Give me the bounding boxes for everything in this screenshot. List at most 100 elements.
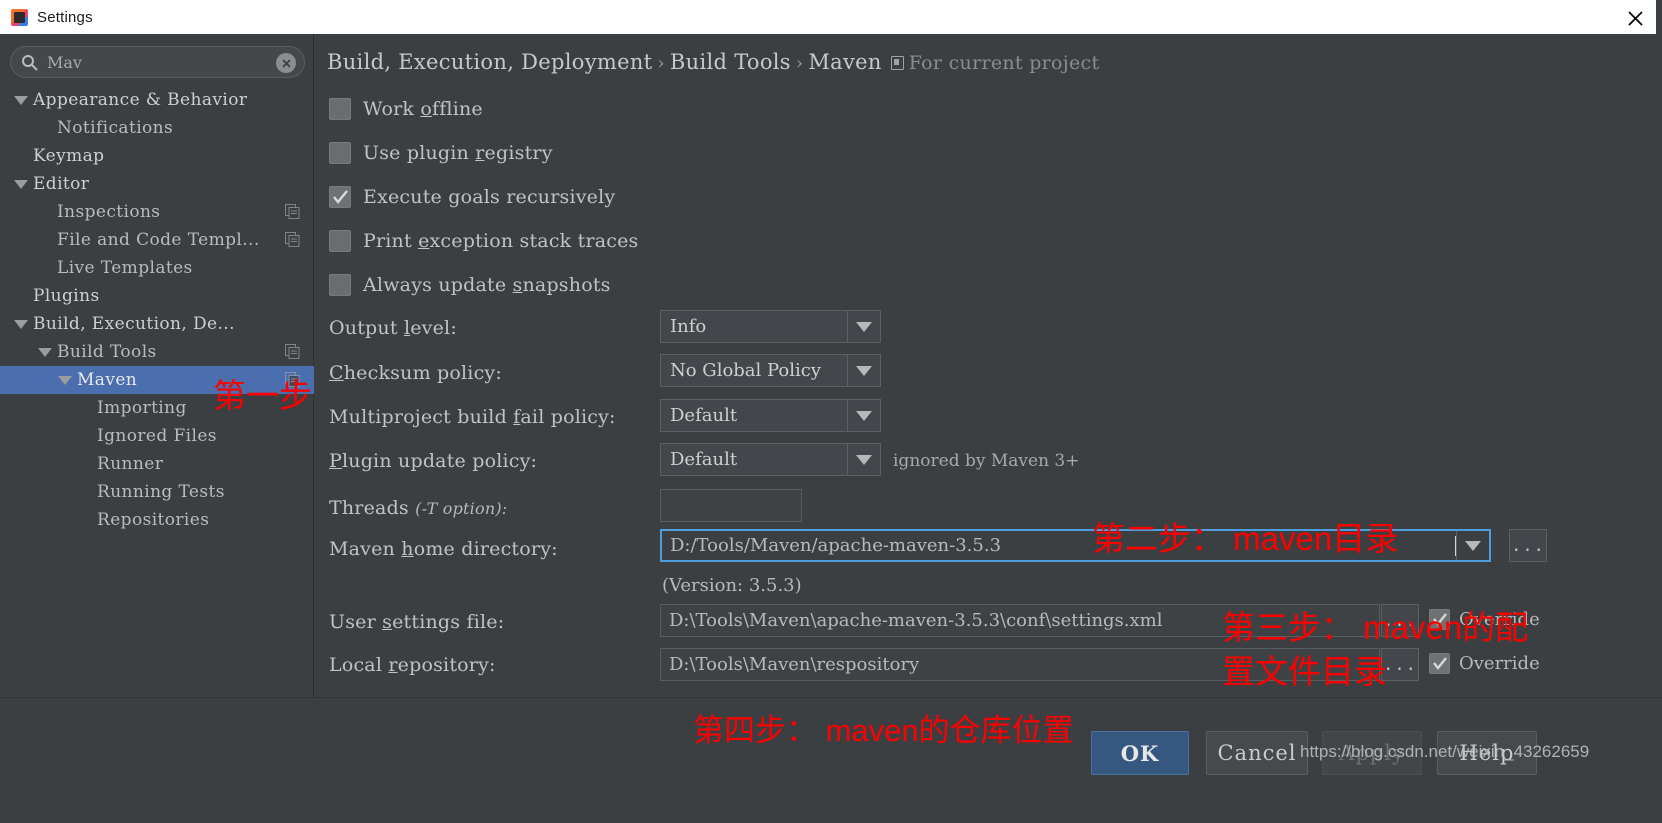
checkbox-execute-goals-recursively[interactable]: Execute goals recursively xyxy=(329,186,615,208)
checkbox-box xyxy=(329,142,351,164)
sidebar-item-importing[interactable]: Importing xyxy=(0,394,314,422)
chevron-down-icon[interactable] xyxy=(14,95,28,105)
user-settings-browse-button[interactable]: ... xyxy=(1381,604,1419,637)
title-bar: Settings xyxy=(0,0,1662,34)
checkbox-work-offline[interactable]: Work offline xyxy=(329,98,483,120)
sidebar-item-runner[interactable]: Runner xyxy=(0,450,314,478)
chevron-down-icon xyxy=(847,311,880,342)
copy-settings-icon[interactable] xyxy=(285,232,300,247)
threads-input[interactable] xyxy=(660,489,802,522)
threads-label: Threads (-T option): xyxy=(329,497,508,519)
checksum-policy-select[interactable]: No Global Policy xyxy=(660,354,881,387)
checkbox-label: Print exception stack traces xyxy=(363,230,639,252)
user-settings-file-label: User settings file: xyxy=(329,611,505,633)
sidebar-item-label: Keymap xyxy=(33,146,105,166)
sidebar-item-ignored-files[interactable]: Ignored Files xyxy=(0,422,314,450)
settings-sidebar: Mav Appearance & Behavior Notifications Ke… xyxy=(0,34,314,697)
copy-settings-icon[interactable] xyxy=(285,372,300,387)
settings-dialog: Settings Mav Appearance & Behavior Notifi… xyxy=(0,0,1662,823)
sidebar-item-live-templates[interactable]: Live Templates xyxy=(0,254,314,282)
sidebar-item-label: Runner xyxy=(97,454,164,474)
sidebar-item-appearance-behavior[interactable]: Appearance & Behavior xyxy=(0,86,314,114)
checkbox-label: Execute goals recursively xyxy=(363,186,616,208)
sidebar-item-label: Maven xyxy=(77,370,138,390)
breadcrumb-part-1[interactable]: Build, Execution, Deployment xyxy=(327,50,652,74)
close-icon[interactable] xyxy=(1624,7,1646,29)
copy-settings-icon[interactable] xyxy=(285,204,300,219)
sidebar-item-maven[interactable]: Maven xyxy=(0,366,314,394)
output-level-select[interactable]: Info xyxy=(660,310,881,343)
ok-button[interactable]: OK xyxy=(1091,731,1189,775)
settings-tree: Appearance & Behavior Notifications Keymap… xyxy=(0,86,314,534)
search-value: Mav xyxy=(47,52,82,72)
sidebar-item-plugins[interactable]: Plugins xyxy=(0,282,314,310)
override-label: Override xyxy=(1459,653,1540,674)
cancel-button[interactable]: Cancel xyxy=(1206,731,1308,775)
local-repository-override-checkbox[interactable]: Override xyxy=(1429,653,1540,674)
sidebar-item-file-and-code-templ[interactable]: File and Code Templ... xyxy=(0,226,314,254)
multiproject-fail-policy-select[interactable]: Default xyxy=(660,399,881,432)
checkbox-label: Work offline xyxy=(363,98,483,120)
checkbox-label: Always update snapshots xyxy=(363,274,611,296)
chevron-down-icon[interactable] xyxy=(14,319,28,329)
sidebar-item-repositories[interactable]: Repositories xyxy=(0,506,314,534)
breadcrumb: Build, Execution, Deployment › Build Too… xyxy=(327,50,1099,74)
sidebar-item-notifications[interactable]: Notifications xyxy=(0,114,314,142)
project-scope-icon xyxy=(890,56,904,70)
intellij-icon xyxy=(11,8,28,26)
checkbox-always-update-snapshots[interactable]: Always update snapshots xyxy=(329,274,611,296)
sidebar-item-keymap[interactable]: Keymap xyxy=(0,142,314,170)
maven-home-label: Maven home directory: xyxy=(329,538,558,560)
chevron-down-icon[interactable] xyxy=(14,179,28,189)
checkbox-box xyxy=(1429,653,1450,674)
plugin-update-policy-value: Default xyxy=(670,449,738,470)
breadcrumb-part-2[interactable]: Build Tools xyxy=(670,50,791,74)
sidebar-item-label: Editor xyxy=(33,174,90,194)
sidebar-item-running-tests[interactable]: Running Tests xyxy=(0,478,314,506)
user-settings-file-value: D:\Tools\Maven\apache-maven-3.5.3\conf\s… xyxy=(669,610,1163,631)
sidebar-item-build-tools[interactable]: Build Tools xyxy=(0,338,314,366)
multiproject-fail-policy-value: Default xyxy=(670,405,738,426)
checksum-policy-label: Checksum policy: xyxy=(329,362,502,384)
titlebar-right-edge xyxy=(1656,0,1662,34)
sidebar-item-label: Ignored Files xyxy=(97,426,217,446)
search-icon xyxy=(21,54,38,71)
breadcrumb-part-3[interactable]: Maven xyxy=(808,50,881,74)
chevron-down-icon[interactable] xyxy=(1456,531,1489,560)
local-repository-input[interactable]: D:\Tools\Maven\respository xyxy=(660,648,1380,681)
chevron-down-icon xyxy=(847,355,880,386)
maven-settings-panel: Build, Execution, Deployment › Build Too… xyxy=(315,34,1662,697)
clear-icon[interactable] xyxy=(276,53,296,73)
maven-home-directory-combo[interactable]: D:/Tools/Maven/apache-maven-3.5.3 xyxy=(660,529,1491,562)
user-settings-file-input[interactable]: D:\Tools\Maven\apache-maven-3.5.3\conf\s… xyxy=(660,604,1380,637)
chevron-down-icon[interactable] xyxy=(58,375,72,385)
search-input[interactable]: Mav xyxy=(10,46,305,78)
window-title: Settings xyxy=(37,8,93,26)
sidebar-item-label: Repositories xyxy=(97,510,210,530)
chevron-down-icon[interactable] xyxy=(38,347,52,357)
checkbox-box xyxy=(329,230,351,252)
local-repository-browse-button[interactable]: ... xyxy=(1381,648,1419,681)
sidebar-item-label: Build Tools xyxy=(57,342,157,362)
copy-settings-icon[interactable] xyxy=(285,344,300,359)
override-label: Override xyxy=(1459,609,1540,630)
sidebar-item-inspections[interactable]: Inspections xyxy=(0,198,314,226)
sidebar-item-label: Importing xyxy=(97,398,187,418)
sidebar-item-build-execution-de[interactable]: Build, Execution, De... xyxy=(0,310,314,338)
maven-version-text: (Version: 3.5.3) xyxy=(662,575,802,596)
sidebar-item-label: Appearance & Behavior xyxy=(33,90,248,110)
output-level-value: Info xyxy=(670,316,707,337)
chevron-down-icon xyxy=(847,400,880,431)
maven-home-browse-button[interactable]: ... xyxy=(1509,529,1547,562)
sidebar-item-editor[interactable]: Editor xyxy=(0,170,314,198)
breadcrumb-separator-2: › xyxy=(795,53,804,74)
checkbox-print-exception-stack-traces[interactable]: Print exception stack traces xyxy=(329,230,639,252)
breadcrumb-scope-text: For current project xyxy=(908,52,1100,74)
watermark-url: https://blog.csdn.net/weixin_43262659 xyxy=(1300,742,1590,761)
output-level-label: Output level: xyxy=(329,317,457,339)
checkbox-use-plugin-registry[interactable]: Use plugin registry xyxy=(329,142,553,164)
sidebar-item-label: Build, Execution, De... xyxy=(33,314,235,334)
user-settings-override-checkbox[interactable]: Override xyxy=(1429,609,1540,630)
checkbox-box xyxy=(1429,609,1450,630)
plugin-update-policy-select[interactable]: Default xyxy=(660,443,881,476)
